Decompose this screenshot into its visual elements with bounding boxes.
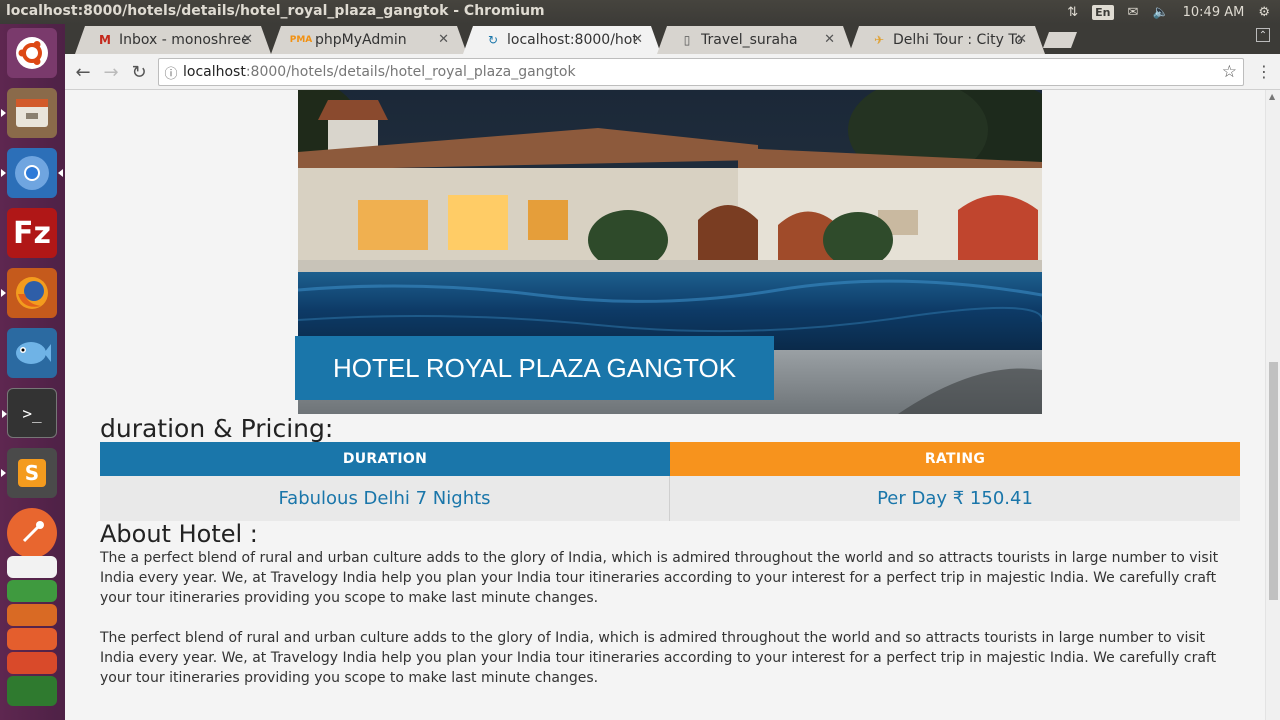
terminal-icon[interactable]: >_: [2, 388, 57, 438]
pricing-table: DURATION RATING Fabulous Delhi 7 Nights …: [100, 442, 1240, 521]
libreoffice-writer-icon[interactable]: [7, 556, 57, 578]
new-tab-button[interactable]: [1043, 32, 1077, 48]
tab-localhost-hotel[interactable]: ↻ localhost:8000/hotel ✕: [463, 26, 661, 54]
travel-icon: ✈: [873, 33, 885, 47]
pricing-heading: duration & Pricing:: [100, 414, 334, 443]
close-tab-icon[interactable]: ✕: [824, 32, 835, 47]
postman-icon[interactable]: [7, 508, 57, 558]
page-content: HOTEL ROYAL PLAZA GANGTOK duration & Pri…: [65, 90, 1265, 720]
rating-column-header: RATING: [670, 442, 1240, 476]
hotel-name-banner: HOTEL ROYAL PLAZA GANGTOK: [295, 336, 774, 400]
url-host: localhost: [183, 64, 246, 80]
about-heading: About Hotel :: [100, 520, 258, 548]
forward-icon[interactable]: →: [99, 60, 123, 84]
sublime-text-icon[interactable]: S: [1, 448, 57, 498]
tab-title: Inbox - monoshree@: [119, 32, 249, 48]
rating-value: Per Day ₹ 150.41: [670, 476, 1240, 521]
address-bar[interactable]: ⓘ localhost:8000/hotels/details/hotel_ro…: [158, 58, 1244, 86]
tab-title: localhost:8000/hotel: [507, 32, 637, 48]
page-scrollbar[interactable]: ▲: [1265, 90, 1280, 720]
tab-inbox[interactable]: M Inbox - monoshree@ ✕: [75, 26, 271, 54]
chromium-icon[interactable]: [1, 148, 63, 198]
clock[interactable]: 10:49 AM: [1183, 5, 1245, 20]
page-info-icon[interactable]: ⓘ: [159, 63, 183, 82]
system-indicators: ⇅ En ✉ 🔈 10:49 AM ⚙: [1067, 2, 1270, 22]
scrollbar-thumb[interactable]: [1269, 362, 1278, 600]
software-center-icon[interactable]: [7, 628, 57, 650]
browser-tab-strip: M Inbox - monoshree@ ✕ PMA phpMyAdmin ✕ …: [65, 24, 1280, 54]
close-tab-icon[interactable]: ✕: [1016, 32, 1027, 47]
reload-icon[interactable]: ↻: [127, 60, 151, 84]
scroll-up-arrow-icon[interactable]: ▲: [1269, 92, 1275, 101]
window-menu-icon[interactable]: ⌃: [1256, 28, 1270, 42]
duration-column-header: DURATION: [100, 442, 670, 476]
bluefish-icon[interactable]: [7, 328, 57, 378]
about-paragraph-2: The perfect blend of rural and urban cul…: [100, 630, 1217, 686]
network-transfer-icon[interactable]: ⇅: [1067, 5, 1078, 20]
pricing-table-header: DURATION RATING: [100, 442, 1240, 476]
libreoffice-calc-icon[interactable]: [7, 580, 57, 602]
volume-icon[interactable]: 🔈: [1152, 5, 1168, 20]
tab-phpmyadmin[interactable]: PMA phpMyAdmin ✕: [271, 26, 467, 54]
browser-toolbar: ← → ↻ ⓘ localhost:8000/hotels/details/ho…: [65, 54, 1280, 90]
duration-value: Fabulous Delhi 7 Nights: [100, 476, 670, 521]
system-top-panel: localhost:8000/hotels/details/hotel_roya…: [0, 0, 1280, 24]
bookmark-star-icon[interactable]: ☆: [1222, 62, 1237, 82]
about-paragraph-1: The a perfect blend of rural and urban c…: [100, 550, 1219, 606]
filezilla-icon[interactable]: Fz: [7, 208, 57, 258]
system-settings-icon[interactable]: [7, 676, 57, 706]
unity-launcher: Fz >_ S: [0, 24, 65, 720]
software-updater-icon[interactable]: [7, 652, 57, 674]
tab-title: Delhi Tour : City Tour: [893, 32, 1023, 48]
browser-menu-icon[interactable]: ⋮: [1256, 62, 1272, 81]
window-title: localhost:8000/hotels/details/hotel_roya…: [6, 3, 545, 19]
ubuntu-dash-icon[interactable]: [7, 28, 57, 78]
tab-title: Travel_suraha: [701, 32, 798, 48]
document-icon: ▯: [683, 33, 691, 47]
back-icon[interactable]: ←: [71, 60, 95, 84]
gmail-icon: M: [99, 33, 111, 47]
tab-delhi-tour[interactable]: ✈ Delhi Tour : City Tour ✕: [849, 26, 1045, 54]
mail-icon[interactable]: ✉: [1128, 5, 1139, 20]
files-icon[interactable]: [1, 88, 57, 138]
phpmyadmin-icon: PMA: [289, 35, 313, 45]
url-path: :8000/hotels/details/hotel_royal_plaza_g…: [245, 64, 576, 80]
close-tab-icon[interactable]: ✕: [438, 32, 449, 47]
close-tab-icon[interactable]: ✕: [632, 32, 643, 47]
close-tab-icon[interactable]: ✕: [242, 32, 253, 47]
firefox-icon[interactable]: [1, 268, 57, 318]
table-row: Fabulous Delhi 7 Nights Per Day ₹ 150.41: [100, 476, 1240, 521]
keyboard-layout-indicator[interactable]: En: [1092, 4, 1114, 20]
url-text[interactable]: localhost:8000/hotels/details/hotel_roya…: [183, 64, 576, 80]
page-icon: ↻: [487, 33, 499, 47]
tab-title: phpMyAdmin: [315, 32, 407, 48]
libreoffice-impress-icon[interactable]: [7, 604, 57, 626]
power-gear-icon[interactable]: ⚙: [1258, 5, 1270, 20]
tab-travel-suraha[interactable]: ▯ Travel_suraha ✕: [657, 26, 853, 54]
